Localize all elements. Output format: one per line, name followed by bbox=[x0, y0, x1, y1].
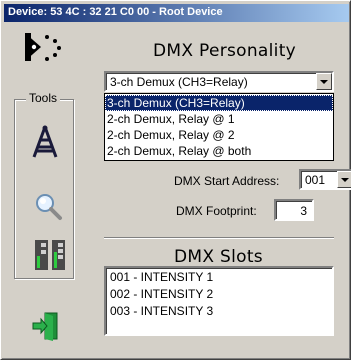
start-address-value: 001 bbox=[305, 173, 326, 187]
faders-icon[interactable] bbox=[33, 238, 67, 272]
tools-label: Tools bbox=[26, 91, 61, 105]
start-address-label: DMX Start Address: bbox=[174, 174, 280, 188]
divider bbox=[104, 237, 334, 239]
personality-option[interactable]: 3-ch Demux (CH3=Relay) bbox=[105, 95, 333, 111]
window-title: Device: 53 4C : 32 21 C0 00 - Root Devic… bbox=[8, 6, 223, 18]
exit-icon[interactable] bbox=[31, 311, 61, 341]
footprint-value: 3 bbox=[300, 204, 307, 218]
slots-heading: DMX Slots bbox=[174, 247, 263, 267]
footprint-label: DMX Footprint: bbox=[176, 204, 257, 218]
footprint-field: 3 bbox=[274, 199, 314, 221]
slot-item[interactable]: 003 - INTENSITY 3 bbox=[110, 304, 213, 318]
chevron-down-icon[interactable] bbox=[316, 73, 332, 90]
title-bar[interactable]: Device: 53 4C : 32 21 C0 00 - Root Devic… bbox=[4, 4, 349, 22]
personality-option[interactable]: 2-ch Demux, Relay @ both bbox=[105, 143, 333, 159]
antenna-tower-icon[interactable] bbox=[28, 125, 62, 159]
start-address-select[interactable]: 001 bbox=[299, 169, 351, 190]
slot-item[interactable]: 002 - INTENSITY 2 bbox=[110, 287, 213, 301]
personality-select[interactable]: 3-ch Demux (CH3=Relay) bbox=[104, 71, 334, 92]
slots-list[interactable]: 001 - INTENSITY 1 002 - INTENSITY 2 003 … bbox=[104, 266, 334, 336]
search-icon[interactable] bbox=[33, 191, 63, 221]
device-window: Device: 53 4C : 32 21 C0 00 - Root Devic… bbox=[0, 0, 351, 360]
chevron-down-icon[interactable] bbox=[337, 171, 351, 188]
personality-heading: DMX Personality bbox=[153, 41, 297, 61]
device-logo-icon bbox=[25, 33, 61, 61]
personality-selected-value: 3-ch Demux (CH3=Relay) bbox=[110, 75, 248, 89]
slot-item[interactable]: 001 - INTENSITY 1 bbox=[110, 270, 213, 284]
personality-dropdown-list[interactable]: 3-ch Demux (CH3=Relay) 2-ch Demux, Relay… bbox=[104, 93, 334, 161]
personality-option[interactable]: 2-ch Demux, Relay @ 2 bbox=[105, 127, 333, 143]
personality-option[interactable]: 2-ch Demux, Relay @ 1 bbox=[105, 111, 333, 127]
